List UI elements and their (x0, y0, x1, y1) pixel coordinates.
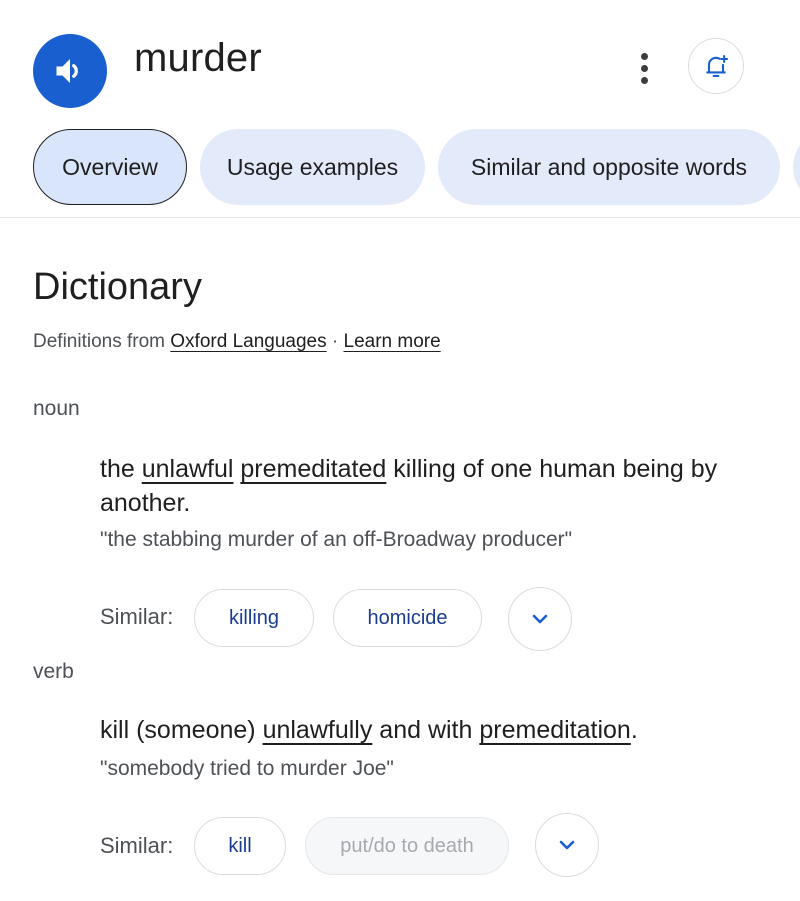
chevron-down-icon (559, 840, 575, 850)
word-title: murder (134, 36, 262, 80)
part-of-speech-noun: noun (33, 397, 80, 420)
chevron-down-icon (532, 614, 548, 624)
tab-overview[interactable]: Overview (33, 129, 187, 205)
dictionary-page: murder Overview Usage examples Similar a… (0, 0, 800, 901)
tab-similar-opposite-words[interactable]: Similar and opposite words (438, 129, 780, 205)
verb-similar-label: Similar: (100, 833, 174, 858)
source-line: Definitions from Oxford Languages · Lear… (33, 331, 441, 352)
tab-bar: Overview Usage examples Similar and oppo… (33, 129, 800, 205)
oxford-languages-link[interactable]: Oxford Languages (170, 331, 326, 352)
verb-expand-button[interactable] (535, 813, 599, 877)
add-alert-icon (706, 55, 729, 77)
tab-more-partial[interactable] (793, 129, 800, 205)
premeditation-link[interactable]: premeditation (479, 716, 630, 744)
noun-expand-button[interactable] (508, 587, 572, 651)
noun-example: "the stabbing murder of an off-Broadway … (100, 528, 573, 551)
more-options-button[interactable] (626, 48, 662, 88)
dictionary-heading: Dictionary (33, 266, 202, 308)
similar-chip-kill[interactable]: kill (194, 817, 286, 875)
tab-usage-examples[interactable]: Usage examples (200, 129, 425, 205)
pronunciation-button[interactable] (33, 34, 107, 108)
premeditated-link[interactable]: premeditated (240, 455, 386, 483)
similar-chip-homicide[interactable]: homicide (333, 589, 482, 647)
tab-divider (0, 217, 800, 218)
volume-icon (56, 59, 78, 83)
more-vert-icon (640, 52, 648, 60)
verb-example: "somebody tried to murder Joe" (100, 757, 394, 780)
noun-definition: the unlawful premeditated killing of one… (100, 455, 718, 517)
noun-similar-label: Similar: (100, 604, 174, 629)
similar-chip-put-do-to-death[interactable]: put/do to death (305, 817, 509, 875)
unlawful-link[interactable]: unlawful (142, 455, 234, 483)
part-of-speech-verb: verb (33, 660, 74, 683)
add-alert-button[interactable] (688, 38, 744, 94)
similar-chip-killing[interactable]: killing (194, 589, 314, 647)
unlawfully-link[interactable]: unlawfully (263, 716, 373, 744)
verb-definition: kill (someone) unlawfully and with preme… (100, 716, 638, 744)
learn-more-link[interactable]: Learn more (344, 331, 441, 352)
